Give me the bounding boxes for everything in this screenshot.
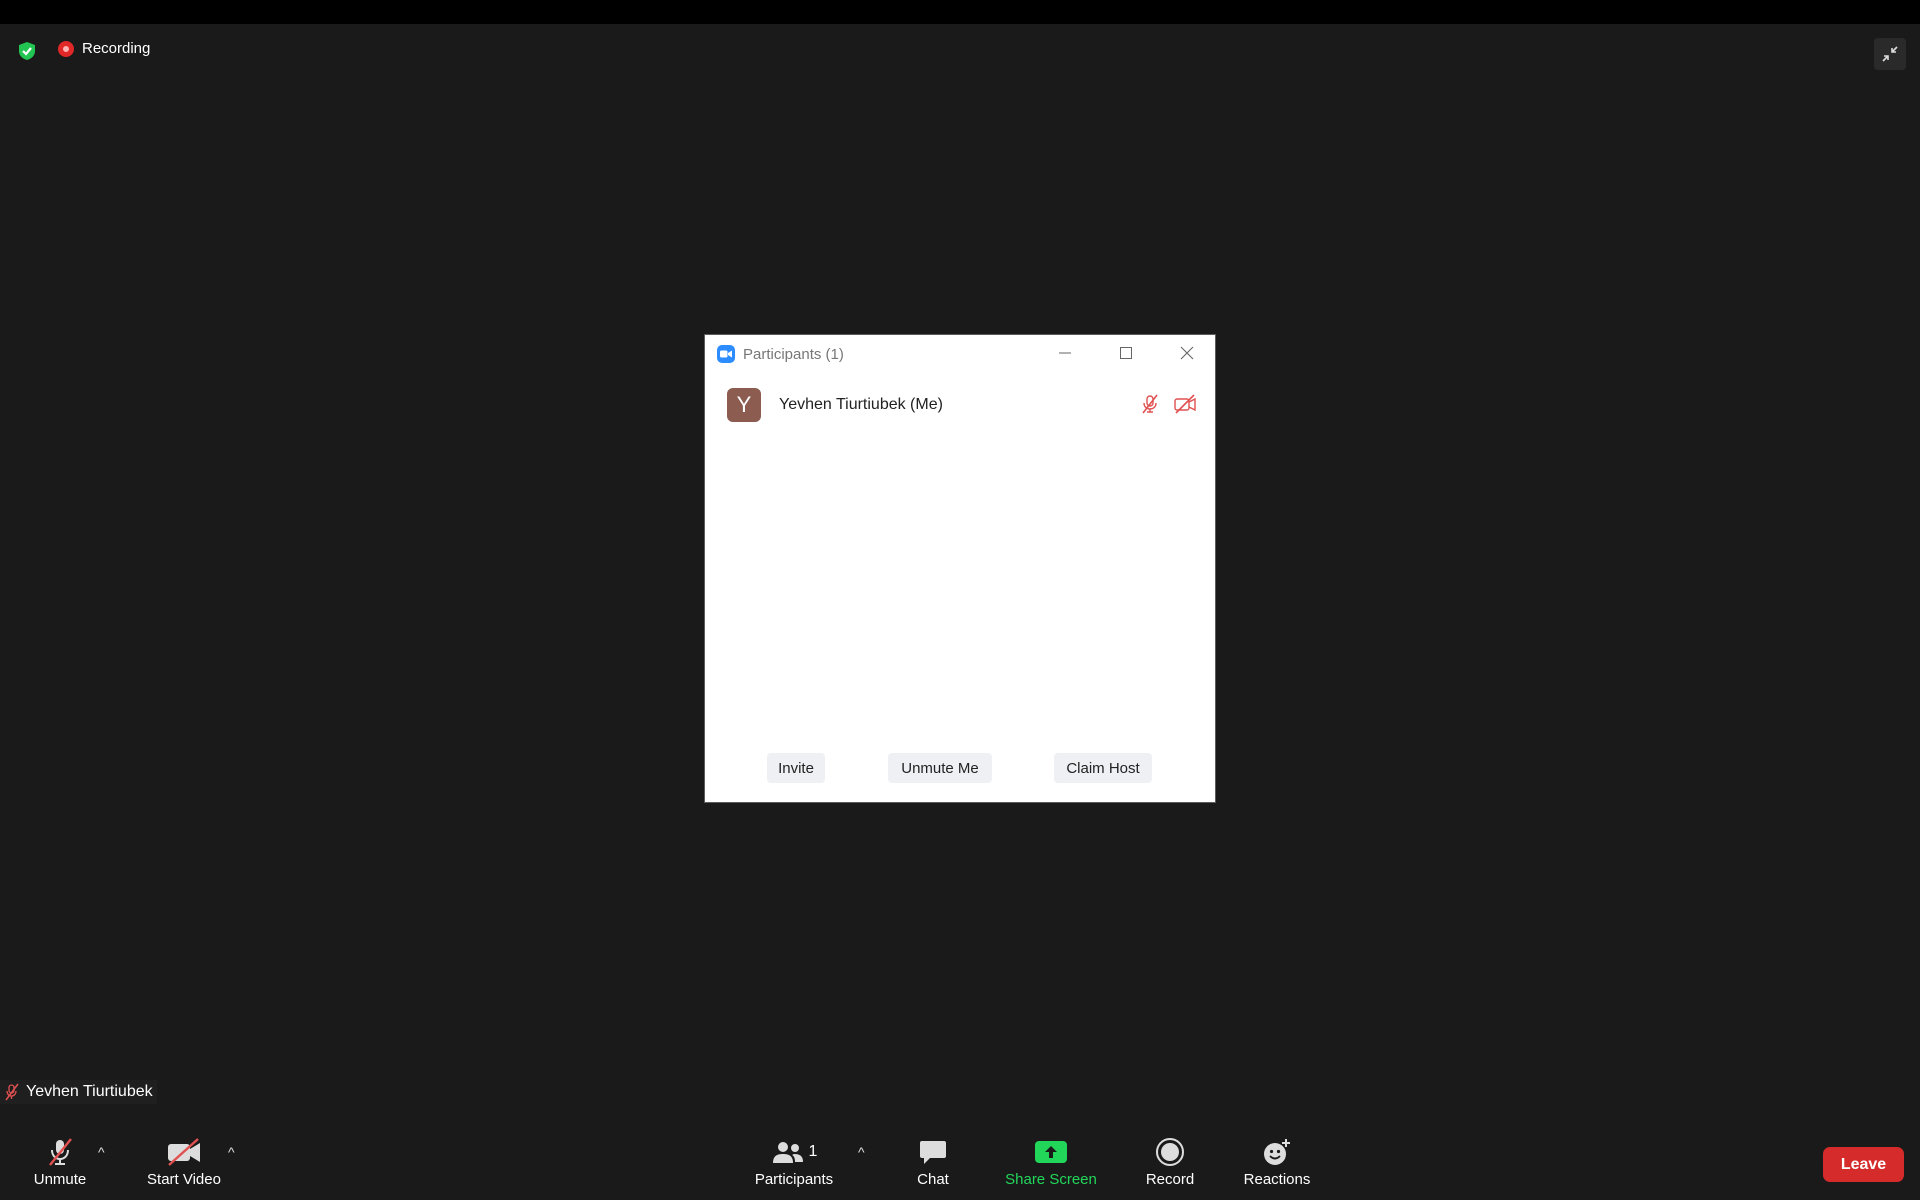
chat-icon [918, 1137, 948, 1167]
claim-host-button[interactable]: Claim Host [1054, 753, 1152, 783]
recording-label: Recording [82, 40, 151, 57]
mic-muted-icon [1139, 393, 1161, 420]
video-options-chevron-up-icon[interactable]: ^ [228, 1144, 235, 1160]
share-screen-button[interactable]: Share Screen [998, 1137, 1104, 1193]
dialog-title: Participants (1) [743, 345, 844, 363]
close-icon [1180, 346, 1194, 360]
exit-fullscreen-icon [1882, 46, 1898, 62]
avatar: Y [727, 388, 761, 422]
record-icon [1155, 1137, 1185, 1167]
top-black-bar [0, 0, 1920, 24]
encryption-shield-icon[interactable] [17, 41, 37, 61]
reactions-icon [1261, 1137, 1293, 1167]
exit-fullscreen-button[interactable] [1874, 38, 1906, 70]
invite-button[interactable]: Invite [767, 753, 825, 783]
recording-indicator[interactable]: Recording [58, 40, 150, 57]
share-screen-label: Share Screen [1005, 1171, 1097, 1188]
video-off-icon [1173, 393, 1197, 420]
close-button[interactable] [1172, 341, 1202, 365]
minimize-icon [1059, 352, 1071, 354]
participant-row[interactable]: Y Yevhen Tiurtiubek (Me) [727, 387, 1197, 423]
record-button[interactable]: Record [1140, 1137, 1200, 1193]
maximize-icon [1120, 347, 1132, 359]
reactions-button[interactable]: Reactions [1240, 1137, 1314, 1193]
mic-muted-icon [5, 1083, 19, 1101]
zoom-logo-icon [717, 345, 735, 363]
participants-button[interactable]: 1 Participants [752, 1137, 836, 1193]
unmute-label: Unmute [33, 1171, 87, 1188]
self-name-tag: Yevhen Tiurtiubek [0, 1080, 157, 1104]
participants-label: Participants [754, 1171, 834, 1188]
audio-options-chevron-up-icon[interactable]: ^ [98, 1144, 105, 1160]
start-video-label: Start Video [147, 1171, 221, 1188]
dialog-titlebar: Participants (1) [717, 345, 844, 363]
participants-options-chevron-up-icon[interactable]: ^ [858, 1144, 865, 1160]
participants-dialog: Participants (1) Y Yevhen Tiurtiubek (Me… [704, 334, 1216, 803]
reactions-label: Reactions [1243, 1171, 1311, 1188]
participants-icon [772, 1142, 803, 1163]
unmute-button[interactable]: Unmute [30, 1137, 90, 1193]
minimize-button[interactable] [1050, 341, 1080, 365]
meeting-toolbar [0, 1128, 1920, 1200]
chat-button[interactable]: Chat [906, 1137, 960, 1193]
unmute-me-button[interactable]: Unmute Me [888, 753, 992, 783]
start-video-button[interactable]: Start Video [142, 1137, 226, 1193]
self-name-label: Yevhen Tiurtiubek [26, 1083, 153, 1100]
video-off-icon [165, 1137, 203, 1167]
record-label: Record [1145, 1171, 1195, 1188]
recording-icon [58, 40, 74, 57]
leave-button[interactable]: Leave [1823, 1147, 1904, 1182]
maximize-button[interactable] [1111, 341, 1141, 365]
mic-muted-icon [44, 1137, 76, 1167]
chat-label: Chat [917, 1171, 949, 1188]
participant-name: Yevhen Tiurtiubek (Me) [779, 396, 943, 413]
participants-count: 1 [808, 1143, 818, 1160]
share-screen-icon [1035, 1137, 1067, 1167]
